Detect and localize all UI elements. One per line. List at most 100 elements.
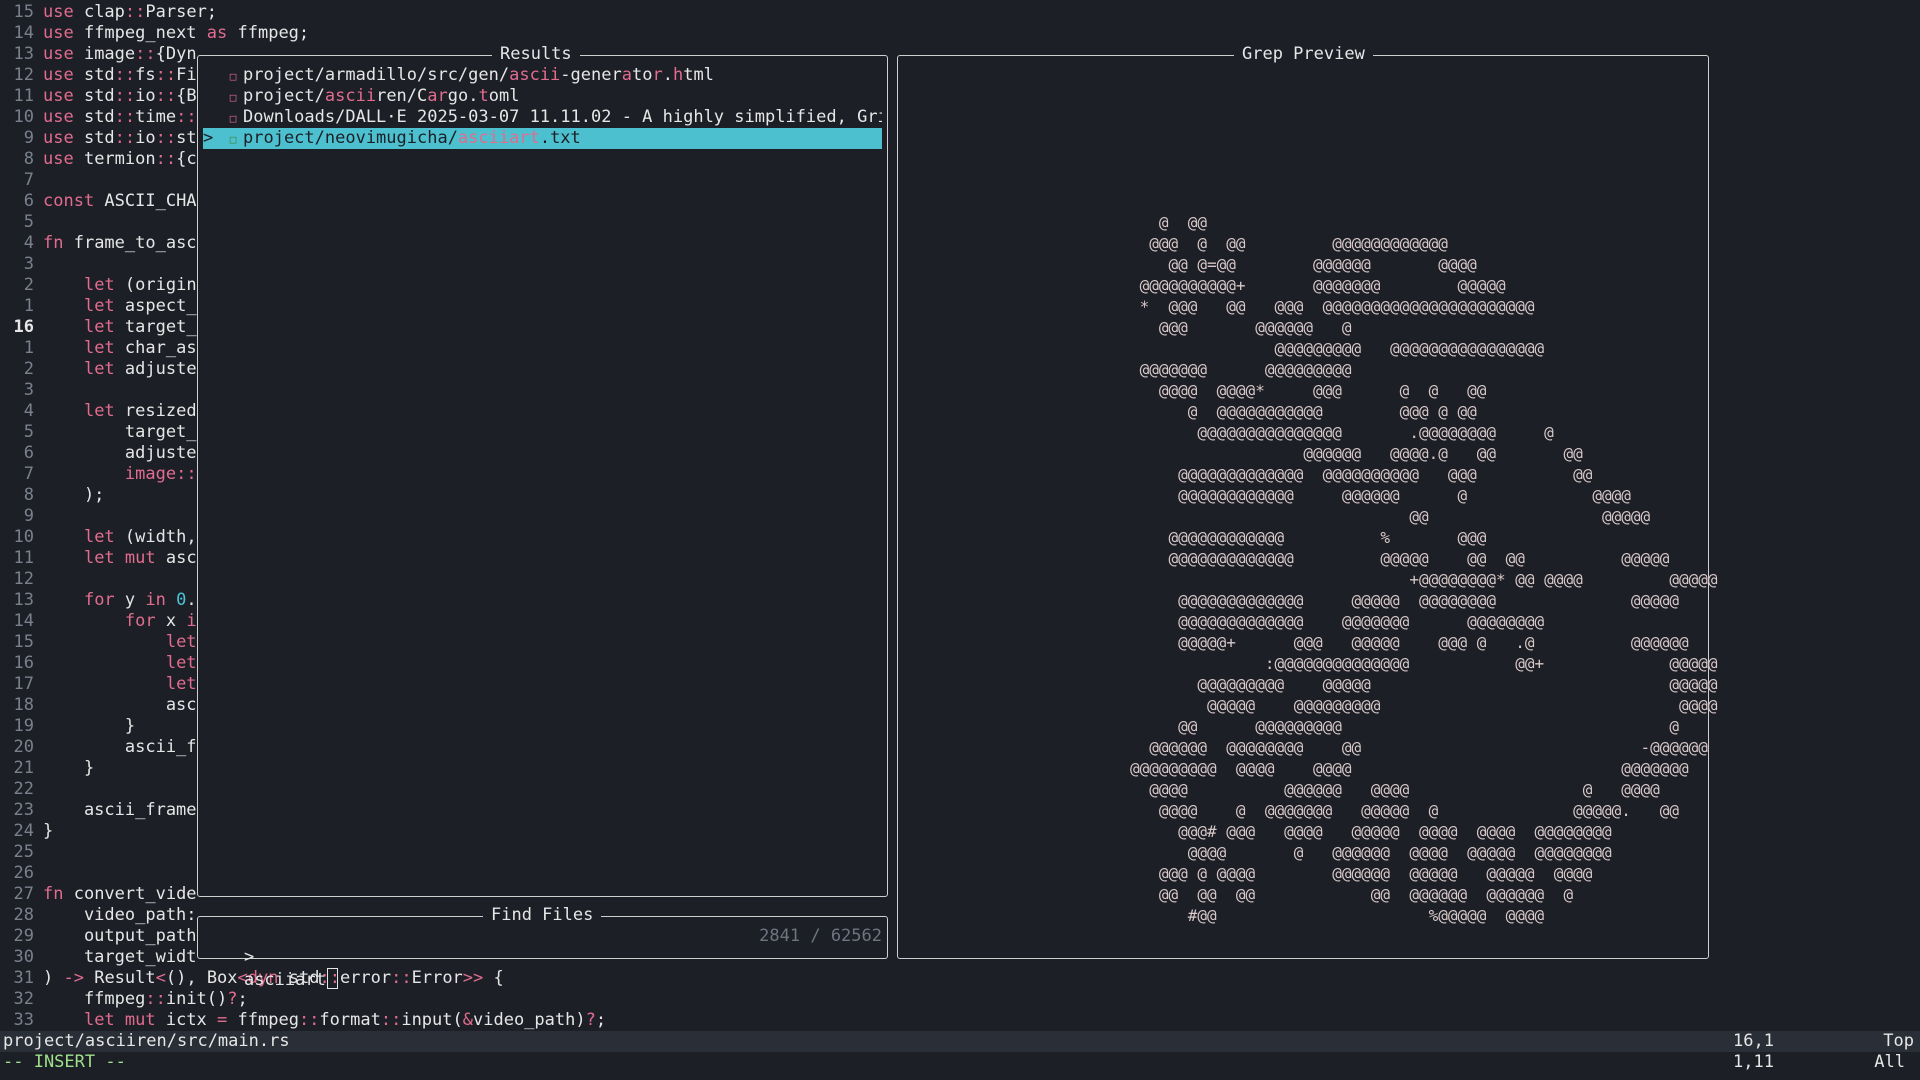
code-line[interactable]: 3 — [0, 254, 43, 275]
result-item[interactable]: □ Downloads/DALL·E 2025-03-07 11.11.02 - … — [203, 107, 882, 128]
code-line[interactable]: 21 } — [0, 758, 95, 779]
line-number: 8 — [23, 149, 34, 169]
code-line[interactable]: 19 } — [0, 716, 136, 737]
code-token: let — [165, 632, 197, 652]
code-token: const — [43, 191, 105, 211]
code-token: 0 — [176, 590, 187, 610]
code-line[interactable]: 25 — [0, 842, 43, 863]
code-line[interactable]: 33 let mut ictx = ffmpeg::format::input(… — [0, 1010, 607, 1031]
code-line[interactable]: 13 for y in 0. — [0, 590, 197, 611]
code-token: :: — [124, 2, 146, 22]
code-line[interactable]: 9 — [0, 506, 43, 527]
code-line[interactable]: 14 use ffmpeg_next as ffmpeg; — [0, 23, 310, 44]
line-number: 12 — [13, 569, 34, 589]
result-item[interactable]: > □ project/neovimugicha/asciiart.txt — [203, 128, 882, 149]
code-line[interactable]: 29 output_path — [0, 926, 197, 947]
line-number: 17 — [13, 674, 34, 694]
code-line[interactable]: 6 const ASCII_CHA — [0, 191, 197, 212]
ascii-line: @@@ @ @@ @@@@@@@@@@@@ — [1024, 234, 1448, 253]
code-line[interactable]: 30 target_widt — [0, 947, 197, 968]
code-token: >> — [462, 968, 484, 988]
code-line[interactable]: 4 fn frame_to_asc — [0, 233, 197, 254]
line-number: 12 — [13, 65, 34, 85]
code-line[interactable]: 1 let char_as — [0, 338, 197, 359]
code-token: let — [165, 674, 197, 694]
code-line[interactable]: 15 let — [0, 632, 197, 653]
code-line[interactable]: 9 use std::io::st — [0, 128, 197, 149]
code-token: format — [319, 1010, 381, 1030]
result-item[interactable]: □ project/armadillo/src/gen/ascii-generat… — [203, 65, 882, 86]
code-token: fn — [43, 233, 74, 253]
code-line[interactable]: 5 — [0, 212, 43, 233]
line-number: 30 — [13, 947, 34, 967]
code-line[interactable]: 1 let aspect_ — [0, 296, 197, 317]
code-line[interactable]: 16 let — [0, 653, 197, 674]
code-line[interactable]: 27 fn convert_vide — [0, 884, 197, 905]
code-line[interactable]: 24} — [0, 821, 54, 842]
code-line[interactable]: 14 for x i — [0, 611, 197, 632]
result-item[interactable]: □ project/asciiren/Cargo.toml — [203, 86, 882, 107]
search-query[interactable]: asciiart — [244, 970, 326, 990]
code-line[interactable]: 11 use std::io::{B — [0, 86, 197, 107]
code-line[interactable]: 13 use image::{Dyn — [0, 44, 197, 65]
code-line[interactable]: 2 let adjuste — [0, 359, 197, 380]
code-token: let mut — [83, 1010, 166, 1030]
code-token: input( — [401, 1010, 463, 1030]
code-token: time — [135, 107, 177, 127]
ascii-line: @ @@@@@@@@@@@ @@@ @ @@ — [1024, 402, 1477, 421]
ascii-line: * @@@ @@ @@@ @@@@@@@@@@@@@@@@@@@@@@ — [1024, 297, 1535, 316]
code-token: use — [43, 65, 84, 85]
line-number: 16 — [13, 653, 34, 673]
code-line[interactable]: 8 ); — [0, 485, 105, 506]
code-line[interactable]: 8 use termion::{c — [0, 149, 197, 170]
match-highlight: ar — [427, 86, 448, 106]
code-line[interactable]: 17 let — [0, 674, 197, 695]
code-line[interactable]: 11 let mut asc — [0, 548, 197, 569]
line-number: 4 — [23, 233, 34, 253]
code-token: video_path) — [473, 1010, 586, 1030]
code-token: ascii_frame — [43, 800, 197, 820]
code-line[interactable]: 5 target_ — [0, 422, 197, 443]
code-token: target_widt — [43, 947, 197, 967]
line-number: 2 — [23, 359, 34, 379]
code-token: :: — [155, 65, 177, 85]
code-token: let — [83, 359, 125, 379]
code-line[interactable]: 10 let (width, — [0, 527, 197, 548]
ascii-line: @@@@@@@@@@@@@ @@@@@@@ @@@@@@@@ — [1024, 612, 1545, 631]
code-line[interactable]: 18 asc — [0, 695, 197, 716]
code-line[interactable]: 20 ascii_f — [0, 737, 197, 758]
code-line[interactable]: 4 let resized — [0, 401, 197, 422]
code-line[interactable]: 12 use std::fs::Fi — [0, 65, 197, 86]
code-line[interactable]: 2 let (origin — [0, 275, 197, 296]
code-line[interactable]: 10 use std::time:: — [0, 107, 197, 128]
code-line[interactable]: 3 — [0, 380, 43, 401]
line-number: 27 — [13, 884, 34, 904]
code-line[interactable]: 23 ascii_frame — [0, 800, 197, 821]
code-line[interactable]: 28 video_path: — [0, 905, 197, 926]
code-line[interactable]: 6 adjuste — [0, 443, 197, 464]
code-line[interactable]: 12 — [0, 569, 43, 590]
line-number: 19 — [13, 716, 34, 736]
code-token: i — [186, 611, 197, 631]
selection-marker: > — [203, 128, 214, 148]
code-line[interactable]: 7 — [0, 170, 43, 191]
match-count: 2841 / 62562 — [759, 926, 882, 946]
code-line[interactable]: 26 — [0, 863, 43, 884]
code-token: char_as — [124, 338, 197, 358]
code-line[interactable]: 15 use clap::Parser; — [0, 2, 218, 23]
code-line[interactable]: 16 let target_ — [0, 317, 197, 338]
statusline-filepath: project/asciiren/src/main.rs — [3, 1031, 290, 1051]
code-line[interactable]: 22 — [0, 779, 43, 800]
code-line[interactable]: 7 image:: — [0, 464, 197, 485]
code-token: ); — [43, 485, 105, 505]
find-files-input[interactable]: > asciiart — [203, 926, 338, 1012]
code-token: } — [43, 821, 54, 841]
